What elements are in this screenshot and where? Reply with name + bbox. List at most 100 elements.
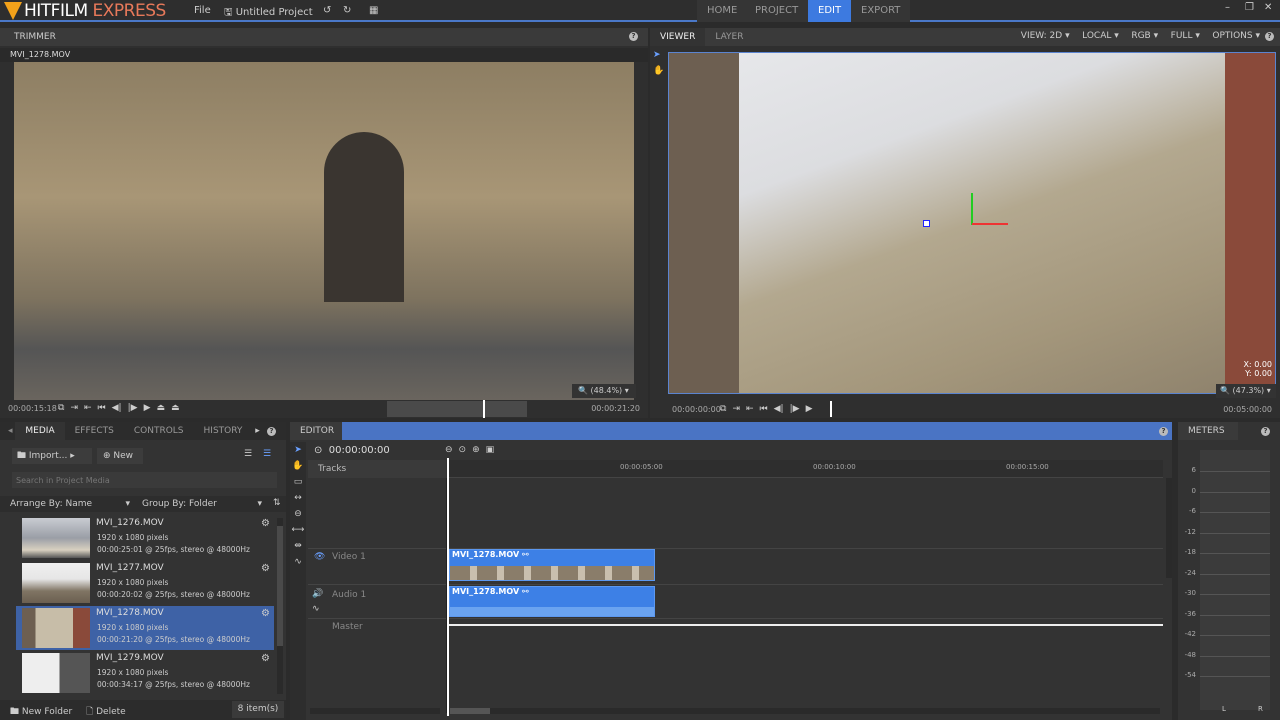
visibility-eye-icon[interactable]: 👁	[314, 552, 325, 562]
play-icon[interactable]: ▶	[144, 403, 151, 413]
tracks-scrollbar[interactable]	[310, 708, 440, 714]
tab-viewer[interactable]: VIEWER	[650, 28, 706, 46]
help-icon[interactable]: ?	[267, 427, 276, 436]
media-item[interactable]: MVI_1278.MOV 1920 x 1080 pixels 00:00:21…	[16, 606, 274, 650]
restore-icon[interactable]: ❐	[1245, 2, 1254, 13]
tab-project[interactable]: PROJECT	[745, 0, 809, 22]
tab-media[interactable]: MEDIA	[15, 422, 65, 440]
prev-marker-icon[interactable]: ⊖	[445, 445, 453, 455]
crop-icon[interactable]: ⧉	[720, 404, 726, 414]
help-icon[interactable]: ?	[1265, 32, 1274, 41]
options-dropdown[interactable]: OPTIONS ▾	[1212, 31, 1260, 41]
media-item[interactable]: MVI_1279.MOV 1920 x 1080 pixels 00:00:34…	[16, 651, 274, 695]
insert-icon[interactable]: ⇥	[732, 404, 740, 414]
list-view-icon[interactable]: ☰	[244, 449, 252, 459]
scrollbar-thumb[interactable]	[450, 708, 490, 714]
trimmer-zoom-dropdown[interactable]: 🔍 (48.4%) ▾	[572, 384, 636, 398]
help-icon[interactable]: ?	[1159, 427, 1168, 436]
timeline-horizontal-scrollbar[interactable]	[450, 708, 1160, 714]
curve-tool-icon[interactable]: ∿	[290, 554, 306, 570]
set-in-icon[interactable]: ⏏	[157, 403, 166, 413]
scrollbar-thumb[interactable]	[277, 526, 283, 646]
play-icon[interactable]: ▶	[806, 404, 813, 414]
rate-stretch-icon[interactable]: ⇹	[290, 538, 306, 554]
tab-layer[interactable]: LAYER	[705, 28, 753, 46]
x-value: 0.00	[1254, 360, 1272, 369]
slip-tool-icon[interactable]: ↔	[290, 490, 306, 506]
help-icon[interactable]: ?	[1261, 427, 1270, 436]
sort-icon[interactable]: ⇅	[273, 498, 281, 508]
overlay-icon[interactable]: ⇤	[746, 404, 754, 414]
y-axis-gizmo[interactable]	[971, 193, 973, 225]
select-tool-icon[interactable]: ➤	[653, 50, 661, 60]
trimmer-playhead[interactable]	[483, 400, 485, 418]
viewer-zoom-dropdown[interactable]: 🔍 (47.3%) ▾	[1216, 384, 1276, 398]
tab-edit[interactable]: EDIT	[808, 0, 852, 22]
detail-view-icon[interactable]: ☰	[263, 449, 271, 459]
crop-icon[interactable]: ⧉	[58, 403, 64, 413]
video-clip[interactable]: MVI_1278.MOV ⚯	[449, 549, 655, 581]
tabs-left-arrow[interactable]: ◂	[8, 426, 13, 436]
overlay-icon[interactable]: ⇤	[84, 403, 92, 413]
tab-effects[interactable]: EFFECTS	[65, 422, 124, 440]
anchor-handle[interactable]	[923, 220, 930, 227]
minimize-icon[interactable]: –	[1225, 2, 1230, 13]
viewer-playhead[interactable]	[830, 401, 832, 417]
gear-icon[interactable]: ⚙	[261, 653, 270, 664]
quality-dropdown[interactable]: FULL ▾	[1171, 31, 1200, 41]
tabs-right-arrow[interactable]: ▸	[255, 426, 260, 436]
grid-icon[interactable]: ▦	[369, 5, 378, 16]
roll-tool-icon[interactable]: ⟷	[290, 522, 306, 538]
new-button[interactable]: ⊕ New	[97, 448, 143, 464]
audio-clip[interactable]: MVI_1278.MOV ⚯	[449, 586, 655, 617]
slice-tool-icon[interactable]: ▭	[290, 474, 306, 490]
media-scrollbar[interactable]	[277, 518, 283, 694]
timeline-ruler[interactable]: 00:00:05:00 00:00:10:00 00:00:15:00	[448, 460, 1163, 478]
hand-tool-icon[interactable]: ✋	[653, 66, 664, 76]
set-out-icon[interactable]: ⏏	[171, 403, 180, 413]
tab-home[interactable]: HOME	[697, 0, 748, 22]
select-tool-icon[interactable]: ➤	[290, 442, 306, 458]
waveform-icon[interactable]: ∿	[312, 604, 320, 614]
view-dropdown[interactable]: VIEW: 2D ▾	[1021, 31, 1070, 41]
step-forward-icon[interactable]: |▶	[128, 403, 138, 413]
gear-icon[interactable]: ⚙	[261, 608, 270, 619]
hand-tool-icon[interactable]: ✋	[290, 458, 306, 474]
insert-icon[interactable]: ⇥	[70, 403, 78, 413]
gear-icon[interactable]: ⚙	[261, 563, 270, 574]
tab-export[interactable]: EXPORT	[851, 0, 911, 22]
menu-file[interactable]: File	[194, 5, 211, 16]
export-frame-icon[interactable]: ▣	[486, 445, 495, 455]
timeline-playhead[interactable]	[447, 458, 449, 716]
tab-history[interactable]: HISTORY	[194, 422, 253, 440]
vertical-scrollbar[interactable]	[1166, 478, 1172, 578]
go-start-icon[interactable]: ⏮	[98, 403, 106, 413]
help-icon[interactable]: ?	[629, 32, 638, 41]
space-dropdown[interactable]: LOCAL ▾	[1082, 31, 1119, 41]
delete-button[interactable]: 🗋 Delete	[86, 704, 126, 720]
project-name[interactable]: 🖫 Untitled Project	[224, 5, 313, 22]
arrange-dropdown[interactable]: Arrange By: Name ▾	[10, 499, 130, 509]
step-back-icon[interactable]: ◀|	[112, 403, 122, 413]
redo-icon[interactable]: ↻	[343, 5, 351, 16]
gear-icon[interactable]: ⚙	[261, 518, 270, 529]
step-forward-icon[interactable]: |▶	[790, 404, 800, 414]
step-back-icon[interactable]: ◀|	[774, 404, 784, 414]
media-item[interactable]: MVI_1277.MOV 1920 x 1080 pixels 00:00:20…	[16, 561, 274, 605]
trimmer-scrub-bar[interactable]	[387, 401, 527, 417]
audio-speaker-icon[interactable]: 🔊	[312, 589, 323, 599]
undo-icon[interactable]: ↺	[323, 5, 331, 16]
import-button[interactable]: 🖿 Import... ▸	[12, 448, 92, 464]
close-icon[interactable]: ✕	[1264, 2, 1272, 13]
go-start-icon[interactable]: ⏮	[760, 404, 768, 414]
media-item[interactable]: MVI_1276.MOV 1920 x 1080 pixels 00:00:25…	[16, 516, 274, 560]
x-axis-gizmo[interactable]	[972, 223, 1008, 225]
tab-controls[interactable]: CONTROLS	[124, 422, 194, 440]
media-search-input[interactable]	[12, 472, 277, 488]
next-marker-icon[interactable]: ⊕	[472, 445, 480, 455]
ripple-tool-icon[interactable]: ⊖	[290, 506, 306, 522]
group-dropdown[interactable]: Group By: Folder ▾	[142, 499, 262, 509]
new-folder-button[interactable]: 🖿 New Folder	[10, 704, 72, 720]
marker-icon[interactable]: ⊙	[459, 445, 467, 455]
channel-dropdown[interactable]: RGB ▾	[1131, 31, 1158, 41]
